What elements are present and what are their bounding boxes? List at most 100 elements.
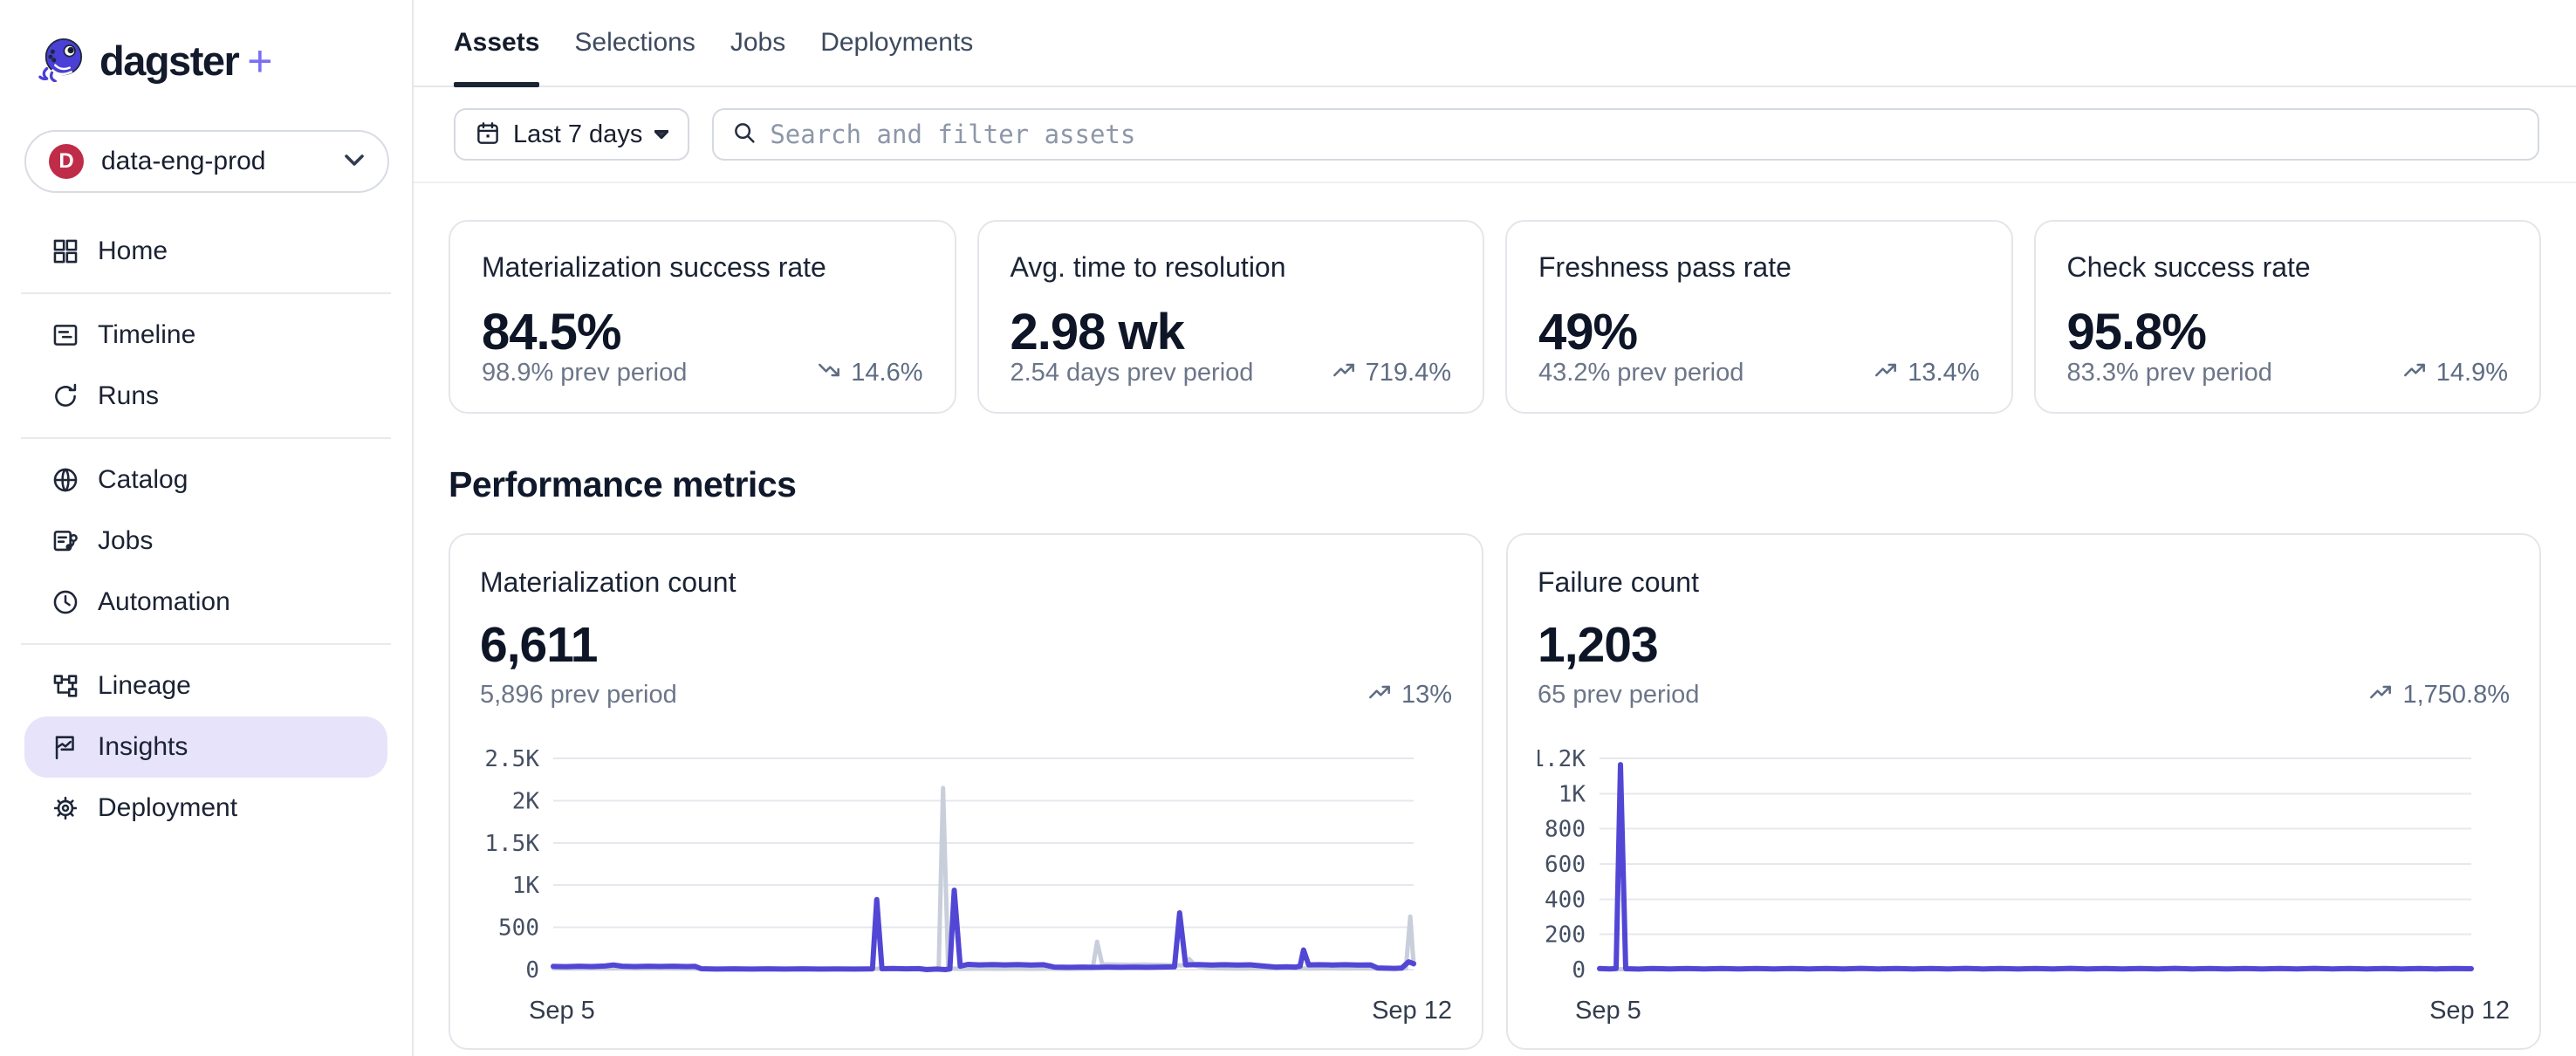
sidebar-item-label: Insights	[98, 732, 188, 762]
sidebar-divider	[21, 643, 391, 645]
svg-text:1K: 1K	[512, 873, 540, 899]
sidebar-item-timeline[interactable]: Timeline	[24, 305, 387, 366]
metric-title: Check success rate	[2067, 251, 2509, 284]
trend-badge: 719.4%	[1331, 359, 1451, 387]
metric-value: 84.5%	[482, 303, 923, 361]
sidebar-item-home[interactable]: Home	[24, 221, 387, 282]
sidebar-divider	[21, 437, 391, 439]
chart-cards-row: Materialization count 6,611 5,896 prev p…	[449, 533, 2541, 1050]
metric-title: Avg. time to resolution	[1011, 251, 1452, 284]
materialization-count-chart[interactable]: 0 500 1K 1.5K 2K 2.5K Sep 5 Sep 12	[480, 746, 1452, 1029]
svg-text:2.5K: 2.5K	[484, 746, 539, 772]
sidebar-item-label: Deployment	[98, 793, 237, 823]
chart-value: 1,203	[1538, 616, 2510, 674]
jobs-icon	[51, 526, 80, 556]
logo-wordmark: dagster	[99, 37, 238, 85]
grid-icon	[51, 237, 80, 266]
trend-badge: 13.4%	[1873, 359, 1979, 387]
svg-text:1.5K: 1.5K	[484, 831, 539, 857]
metric-card-materialization-success-rate: Materialization success rate 84.5% 98.9%…	[449, 220, 956, 414]
chart-card-materialization-count: Materialization count 6,611 5,896 prev p…	[449, 533, 1483, 1050]
sidebar-item-label: Catalog	[98, 465, 188, 495]
insights-flag-icon	[51, 732, 80, 762]
svg-text:800: 800	[1545, 817, 1586, 843]
chart-title: Materialization count	[480, 566, 1452, 599]
svg-text:Sep 5: Sep 5	[1575, 997, 1641, 1025]
clock-icon	[51, 587, 80, 617]
insights-content: Materialization success rate 84.5% 98.9%…	[414, 183, 2576, 1056]
svg-text:600: 600	[1545, 852, 1586, 878]
trend-value: 14.6%	[851, 359, 922, 387]
date-range-value: Last 7 days	[513, 120, 642, 149]
sidebar-item-label: Runs	[98, 381, 159, 411]
svg-text:Sep 5: Sep 5	[529, 997, 595, 1025]
svg-text:2K: 2K	[512, 788, 540, 814]
chevron-down-icon	[344, 154, 365, 170]
trend-badge: 1,750.8%	[2367, 681, 2510, 710]
lineage-graph-icon	[51, 671, 80, 701]
sidebar-item-label: Home	[98, 237, 168, 266]
trend-badge: 13%	[1367, 681, 1452, 710]
chart-value: 6,611	[480, 616, 1452, 674]
sidebar-item-deployment[interactable]: Deployment	[24, 778, 387, 839]
svg-text:0: 0	[1572, 957, 1586, 984]
sidebar-item-label: Timeline	[98, 320, 195, 350]
svg-text:500: 500	[498, 915, 539, 942]
failure-count-chart[interactable]: 02004006008001K1.2KSep 5Sep 12	[1538, 746, 2510, 1029]
workspace-name: data-eng-prod	[101, 147, 344, 176]
metric-cards-row: Materialization success rate 84.5% 98.9%…	[449, 220, 2541, 414]
metric-card-avg-time-to-resolution: Avg. time to resolution 2.98 wk 2.54 day…	[977, 220, 1485, 414]
prev-period-value: 98.9% prev period	[482, 359, 687, 387]
trend-value: 719.4%	[1366, 359, 1451, 387]
dagster-octopus-icon	[38, 35, 86, 86]
search-icon	[731, 120, 757, 150]
metric-value: 2.98 wk	[1011, 303, 1452, 361]
gear-icon	[51, 793, 80, 823]
chart-card-failure-count: Failure count 1,203 65 prev period 1,750…	[1506, 533, 2541, 1050]
search-input[interactable]	[770, 120, 2520, 149]
sidebar-item-runs[interactable]: Runs	[24, 366, 387, 427]
prev-period-value: 2.54 days prev period	[1011, 359, 1254, 387]
sidebar-item-catalog[interactable]: Catalog	[24, 449, 387, 511]
metric-title: Freshness pass rate	[1538, 251, 1980, 284]
sidebar-item-label: Jobs	[98, 526, 153, 556]
trend-value: 14.9%	[2436, 359, 2508, 387]
sidebar-item-label: Automation	[98, 587, 230, 617]
dagster-plus-app: dagster + D data-eng-prod Home Timeline …	[0, 0, 2576, 1056]
tab-selections[interactable]: Selections	[574, 0, 695, 86]
globe-icon	[51, 465, 80, 495]
dagster-logo[interactable]: dagster +	[0, 0, 412, 86]
search-box	[712, 108, 2539, 161]
timeline-icon	[51, 320, 80, 350]
prev-period-value: 83.3% prev period	[2067, 359, 2272, 387]
runs-loop-icon	[51, 381, 80, 411]
workspace-switcher[interactable]: D data-eng-prod	[24, 130, 389, 193]
trend-up-icon	[1331, 359, 1357, 387]
metric-value: 95.8%	[2067, 303, 2509, 361]
trend-value: 13%	[1401, 681, 1452, 710]
trend-value: 13.4%	[1908, 359, 1979, 387]
trend-up-icon	[1367, 681, 1393, 710]
tab-jobs[interactable]: Jobs	[730, 0, 785, 86]
top-tab-bar: Assets Selections Jobs Deployments	[414, 0, 2576, 87]
svg-text:200: 200	[1545, 922, 1586, 949]
sidebar-item-jobs[interactable]: Jobs	[24, 511, 387, 572]
svg-text:1K: 1K	[1559, 781, 1586, 807]
svg-text:Sep 12: Sep 12	[1372, 997, 1452, 1025]
tab-deployments[interactable]: Deployments	[820, 0, 973, 86]
sidebar-item-lineage[interactable]: Lineage	[24, 655, 387, 717]
prev-period-value: 5,896 prev period	[480, 681, 677, 710]
sidebar-item-label: Lineage	[98, 671, 191, 701]
plus-badge: +	[247, 36, 272, 86]
trend-value: 1,750.8%	[2402, 681, 2510, 710]
sidebar-item-automation[interactable]: Automation	[24, 572, 387, 633]
trend-up-icon	[2401, 359, 2428, 387]
metric-card-check-success-rate: Check success rate 95.8% 83.3% prev peri…	[2034, 220, 2542, 414]
trend-up-icon	[1873, 359, 1899, 387]
sidebar-divider	[21, 292, 391, 294]
tab-assets[interactable]: Assets	[454, 0, 539, 86]
svg-text:0: 0	[525, 957, 539, 984]
date-range-button[interactable]: Last 7 days	[454, 108, 689, 161]
prev-period-value: 43.2% prev period	[1538, 359, 1744, 387]
sidebar-item-insights[interactable]: Insights	[24, 717, 387, 778]
